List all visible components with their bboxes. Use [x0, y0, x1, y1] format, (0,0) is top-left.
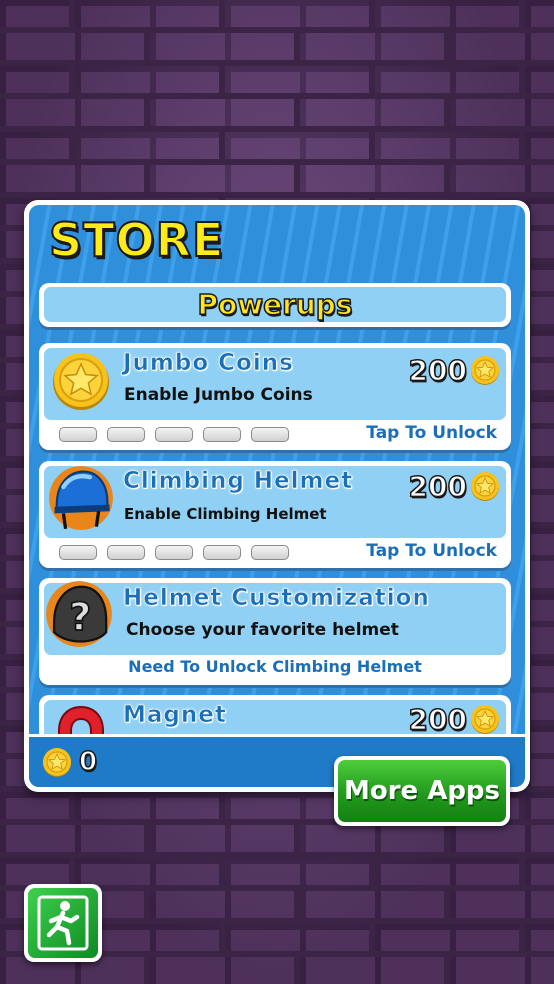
powerup-card-jumbo-coins[interactable]: Jumbo Coins Enable Jumbo Coins 200 Tap T…	[39, 343, 511, 450]
price-tag: 200	[408, 702, 501, 735]
svg-text:?: ?	[69, 595, 91, 640]
powerup-card-magnet[interactable]: Magnet 200	[39, 695, 511, 735]
upgrade-pip	[251, 545, 289, 560]
powerup-description: Enable Jumbo Coins	[124, 385, 313, 405]
coin-icon	[471, 705, 499, 734]
store-title: STORE	[48, 212, 225, 268]
more-apps-label: More Apps	[343, 776, 501, 806]
exit-button[interactable]	[24, 884, 102, 962]
powerup-description: Choose your favorite helmet	[126, 620, 399, 640]
tap-to-unlock-button[interactable]: Tap To Unlock	[366, 541, 497, 561]
coin-icon	[471, 356, 499, 385]
coin-balance-value: 0	[78, 746, 98, 778]
section-header: Powerups	[39, 283, 511, 327]
price-value: 200	[408, 353, 468, 388]
price-tag: 200	[408, 469, 501, 504]
upgrade-pip	[155, 545, 193, 560]
coin-icon	[43, 748, 71, 777]
more-apps-button[interactable]: More Apps	[334, 756, 510, 826]
powerup-title: Magnet	[123, 702, 227, 729]
upgrade-pip	[107, 427, 145, 442]
powerup-card-climbing-helmet[interactable]: Climbing Helmet Enable Climbing Helmet 2…	[39, 461, 511, 568]
upgrade-progress	[59, 545, 289, 560]
upgrade-progress	[59, 427, 289, 442]
powerup-title: Jumbo Coins	[123, 350, 294, 377]
tap-to-unlock-button[interactable]: Tap To Unlock	[366, 423, 497, 443]
store-panel-body: STORE Powerups Jumbo Coins Enable Jumbo …	[29, 205, 525, 787]
upgrade-pip	[203, 427, 241, 442]
powerup-description: Enable Climbing Helmet	[124, 505, 327, 523]
unlock-requirement-text: Need To Unlock Climbing Helmet	[128, 657, 422, 676]
locked-helmet-icon: ?	[46, 581, 112, 647]
coin-balance: 0	[41, 746, 98, 778]
store-panel: STORE Powerups Jumbo Coins Enable Jumbo …	[24, 200, 530, 792]
upgrade-pip	[203, 545, 241, 560]
coin-icon	[471, 472, 499, 501]
powerup-title: Helmet Customization	[123, 585, 430, 612]
price-value: 200	[408, 469, 468, 504]
upgrade-pip	[59, 427, 97, 442]
section-label-powerups: Powerups	[197, 287, 354, 322]
upgrade-pip	[59, 545, 97, 560]
powerup-card-helmet-customization[interactable]: ? Helmet Customization Choose your favor…	[39, 578, 511, 685]
upgrade-pip	[155, 427, 193, 442]
star-coin-icon	[53, 353, 109, 410]
upgrade-pip	[251, 427, 289, 442]
price-tag: 200	[408, 353, 501, 388]
powerup-list[interactable]: Powerups Jumbo Coins Enable Jumbo Coins …	[39, 283, 515, 735]
powerup-title: Climbing Helmet	[123, 468, 354, 495]
upgrade-pip	[107, 545, 145, 560]
price-value: 200	[408, 702, 468, 735]
magnet-icon	[58, 705, 104, 735]
running-exit-icon	[37, 895, 89, 951]
helmet-icon	[49, 466, 113, 530]
